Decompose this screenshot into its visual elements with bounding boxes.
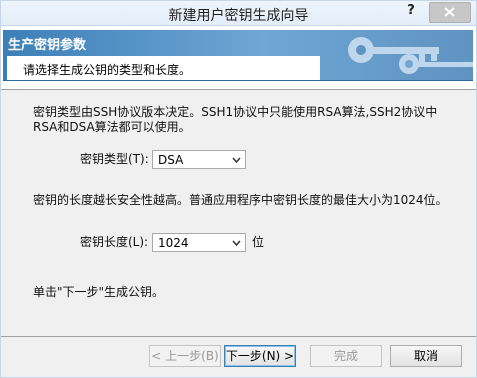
key-type-select[interactable]: DSA: [152, 150, 246, 169]
key-length-unit: 位: [252, 235, 265, 249]
key-length-value: 1024: [158, 236, 189, 250]
header-band: 生产密钥参数 请选择生成公钥的类型和长度。: [3, 30, 473, 81]
finish-button[interactable]: 完成: [310, 345, 382, 367]
key-type-label: 密钥类型(T):: [80, 152, 149, 166]
wizard-window: 新建用户密钥生成向导 ? 生产密钥参数 请选择生成公钥的类型和长度。 密钥类型由…: [0, 0, 477, 378]
title-bar: 新建用户密钥生成向导 ?: [1, 1, 476, 26]
key-type-description: 密钥类型由SSH协议版本决定。SSH1协议中只能使用RSA算法,SSH2协议中R…: [33, 105, 438, 134]
key-length-select[interactable]: 1024: [152, 233, 246, 252]
footer-divider: [1, 336, 476, 337]
wizard-header: 生产密钥参数 请选择生成公钥的类型和长度。: [1, 26, 476, 90]
next-button[interactable]: 下一步(N) >: [224, 345, 296, 367]
header-subtitle: 请选择生成公钥的类型和长度。: [23, 63, 192, 77]
key-type-value: DSA: [158, 153, 184, 167]
back-button[interactable]: < 上一步(B): [149, 345, 221, 367]
cancel-button[interactable]: 取消: [390, 345, 462, 367]
key-length-label: 密钥长度(L):: [80, 235, 149, 249]
chevron-down-icon: [232, 240, 241, 246]
help-button[interactable]: ?: [401, 3, 421, 21]
keys-icon: [348, 37, 473, 74]
header-title: 生产密钥参数: [8, 38, 87, 53]
chevron-down-icon: [232, 157, 241, 163]
wizard-content: 密钥类型由SSH协议版本决定。SSH1协议中只能使用RSA算法,SSH2协议中R…: [1, 90, 476, 336]
close-button[interactable]: [429, 2, 471, 23]
next-step-hint: 单击"下一步"生成公钥。: [33, 285, 165, 299]
close-icon: [444, 7, 455, 17]
key-length-description: 密钥的长度越长安全性越高。普通应用程序中密钥长度的最佳大小为1024位。: [33, 193, 448, 207]
